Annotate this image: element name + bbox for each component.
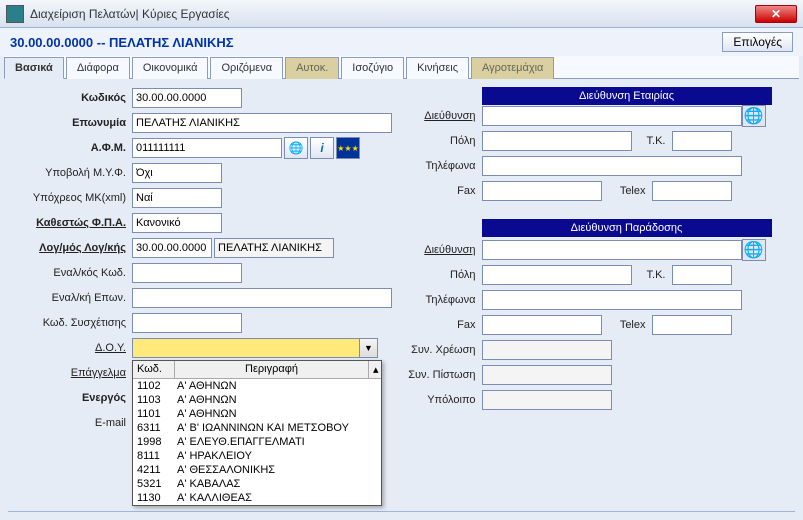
- dzip-label: Τ.Κ.: [632, 269, 672, 281]
- fax-field[interactable]: [482, 181, 602, 201]
- afm-label: Α.Φ.Μ.: [12, 142, 132, 154]
- tab-balance[interactable]: Ισοζύγιο: [341, 57, 404, 79]
- email-label: E-mail: [12, 417, 132, 429]
- tel-field[interactable]: [482, 156, 742, 176]
- mk-field[interactable]: [132, 188, 222, 208]
- mk-label: Υπόχρεος MK(xml): [12, 192, 132, 204]
- app-icon: [6, 5, 24, 23]
- zip-field[interactable]: [672, 131, 732, 151]
- afm-eu-icon[interactable]: ★★★: [336, 137, 360, 159]
- name-field[interactable]: [132, 113, 392, 133]
- options-button[interactable]: Επιλογές: [722, 32, 793, 52]
- dtel-field[interactable]: [482, 290, 742, 310]
- relation-field[interactable]: [132, 313, 242, 333]
- doy-option[interactable]: 1101Α' ΑΘΗΝΩΝ: [133, 407, 381, 421]
- close-button[interactable]: ✕: [755, 5, 797, 23]
- doy-dropdown: Κωδ. Περιγραφή ▴ 1102Α' ΑΘΗΝΩΝ1103Α' ΑΘΗ…: [132, 360, 382, 506]
- dtelex-field[interactable]: [652, 315, 732, 335]
- left-column: Κωδικός Επωνυμία Α.Φ.Μ. 🌐 i ★★★ Υποβολή …: [12, 87, 402, 507]
- doy-option[interactable]: 6311Α' Β' ΙΩΑΝΝΙΝΩΝ ΚΑΙ ΜΕΤΣΟΒΟΥ: [133, 421, 381, 435]
- acct-code-field[interactable]: [132, 238, 212, 258]
- titlebar: Διαχείριση Πελατών| Κύριες Εργασίες ✕: [0, 0, 803, 28]
- telex-label: Telex: [602, 185, 652, 197]
- dcity-field[interactable]: [482, 265, 632, 285]
- doy-option[interactable]: 4211Α' ΘΕΣΣΑΛΟΝΙΚΗΣ: [133, 463, 381, 477]
- tab-auto[interactable]: Αυτοκ.: [285, 57, 339, 79]
- code-field[interactable]: [132, 88, 242, 108]
- doy-option[interactable]: 1103Α' ΑΘΗΝΩΝ: [133, 393, 381, 407]
- code-label: Κωδικός: [12, 92, 132, 104]
- right-column: Διεύθυνση Εταιρίας Διεύθυνση 🌐 Πόλη Τ.Κ.…: [402, 87, 792, 507]
- form-area: Κωδικός Επωνυμία Α.Φ.Μ. 🌐 i ★★★ Υποβολή …: [0, 79, 803, 507]
- afm-field[interactable]: [132, 138, 282, 158]
- footer-separator: [8, 511, 795, 512]
- balance-label: Υπόλοιπο: [402, 394, 482, 406]
- myf-field[interactable]: [132, 163, 222, 183]
- altname-field[interactable]: [132, 288, 392, 308]
- tab-misc[interactable]: Διάφορα: [66, 57, 130, 79]
- altcode-label: Εναλ/κός Κωδ.: [12, 267, 132, 279]
- doy-option[interactable]: 8111Α' ΗΡΑΚΛΕΙΟΥ: [133, 449, 381, 463]
- delivery-address-header: Διεύθυνση Παράδοσης: [482, 219, 772, 237]
- tab-finance[interactable]: Οικονομικά: [132, 57, 209, 79]
- altname-label: Εναλ/κή Επων.: [12, 292, 132, 304]
- dtelex-label: Telex: [602, 319, 652, 331]
- altcode-field[interactable]: [132, 263, 242, 283]
- active-label: Ενεργός: [12, 392, 132, 404]
- dcity-label: Πόλη: [402, 269, 482, 281]
- tab-parcels[interactable]: Αγροτεμάχια: [471, 57, 554, 79]
- doy-option[interactable]: 5321Α' ΚΑΒΑΛΑΣ: [133, 477, 381, 491]
- afm-info-icon[interactable]: i: [310, 137, 334, 159]
- addr-globe-icon[interactable]: 🌐: [742, 105, 766, 127]
- tab-moves[interactable]: Κινήσεις: [406, 57, 469, 79]
- city-label: Πόλη: [402, 135, 482, 147]
- dfax-field[interactable]: [482, 315, 602, 335]
- dropdown-scroll-up[interactable]: ▴: [369, 361, 381, 378]
- dzip-field[interactable]: [672, 265, 732, 285]
- dfax-label: Fax: [402, 319, 482, 331]
- doy-option[interactable]: 1130Α' ΚΑΛΛΙΘΕΑΣ: [133, 491, 381, 505]
- window-title: Διαχείριση Πελατών| Κύριες Εργασίες: [30, 7, 755, 21]
- daddr-globe-icon[interactable]: 🌐: [742, 239, 766, 261]
- telex-field[interactable]: [652, 181, 732, 201]
- zip-label: Τ.Κ.: [632, 135, 672, 147]
- addr-field[interactable]: [482, 106, 742, 126]
- subheader: 30.00.00.0000 -- ΠΕΛΑΤΗΣ ΛΙΑΝΙΚΗΣ Επιλογ…: [0, 28, 803, 56]
- myf-label: Υποβολή Μ.Υ.Φ.: [12, 167, 132, 179]
- relation-label: Κωδ. Συσχέτισης: [12, 317, 132, 329]
- acct-label: Λογ/μός Λογ/κής: [12, 242, 132, 254]
- debit-label: Συν. Χρέωση: [402, 344, 482, 356]
- dropdown-col-desc: Περιγραφή: [175, 361, 369, 378]
- tel-label: Τηλέφωνα: [402, 160, 482, 172]
- daddr-label: Διεύθυνση: [402, 244, 482, 256]
- credit-field: [482, 365, 612, 385]
- doy-option[interactable]: 1998Α' ΕΛΕΥΘ.ΕΠΑΓΓΕΛΜΑΤΙ: [133, 435, 381, 449]
- debit-field: [482, 340, 612, 360]
- acct-name-field: [214, 238, 334, 258]
- name-label: Επωνυμία: [12, 117, 132, 129]
- tab-bar: Βασικά Διάφορα Οικονομικά Οριζόμενα Αυτο…: [4, 56, 799, 79]
- doy-dropdown-arrow[interactable]: ▼: [360, 338, 378, 358]
- doy-option[interactable]: 1102Α' ΑΘΗΝΩΝ: [133, 379, 381, 393]
- record-title: 30.00.00.0000 -- ΠΕΛΑΤΗΣ ΛΙΑΝΙΚΗΣ: [10, 35, 722, 50]
- credit-label: Συν. Πίστωση: [402, 369, 482, 381]
- vat-field[interactable]: [132, 213, 222, 233]
- city-field[interactable]: [482, 131, 632, 151]
- company-address-header: Διεύθυνση Εταιρίας: [482, 87, 772, 105]
- daddr-field[interactable]: [482, 240, 742, 260]
- prof-label: Επάγγελμα: [12, 367, 132, 379]
- afm-globe-icon[interactable]: 🌐: [284, 137, 308, 159]
- doy-combo[interactable]: [132, 338, 360, 358]
- dropdown-col-code: Κωδ.: [133, 361, 175, 378]
- dtel-label: Τηλέφωνα: [402, 294, 482, 306]
- addr-label: Διεύθυνση: [402, 110, 482, 122]
- tab-basic[interactable]: Βασικά: [4, 57, 64, 79]
- dropdown-body: 1102Α' ΑΘΗΝΩΝ1103Α' ΑΘΗΝΩΝ1101Α' ΑΘΗΝΩΝ6…: [133, 379, 381, 505]
- vat-label: Καθεστώς Φ.Π.Α.: [12, 217, 132, 229]
- tab-defs[interactable]: Οριζόμενα: [210, 57, 283, 79]
- fax-label: Fax: [402, 185, 482, 197]
- balance-field: [482, 390, 612, 410]
- doy-label: Δ.Ο.Υ.: [12, 342, 132, 354]
